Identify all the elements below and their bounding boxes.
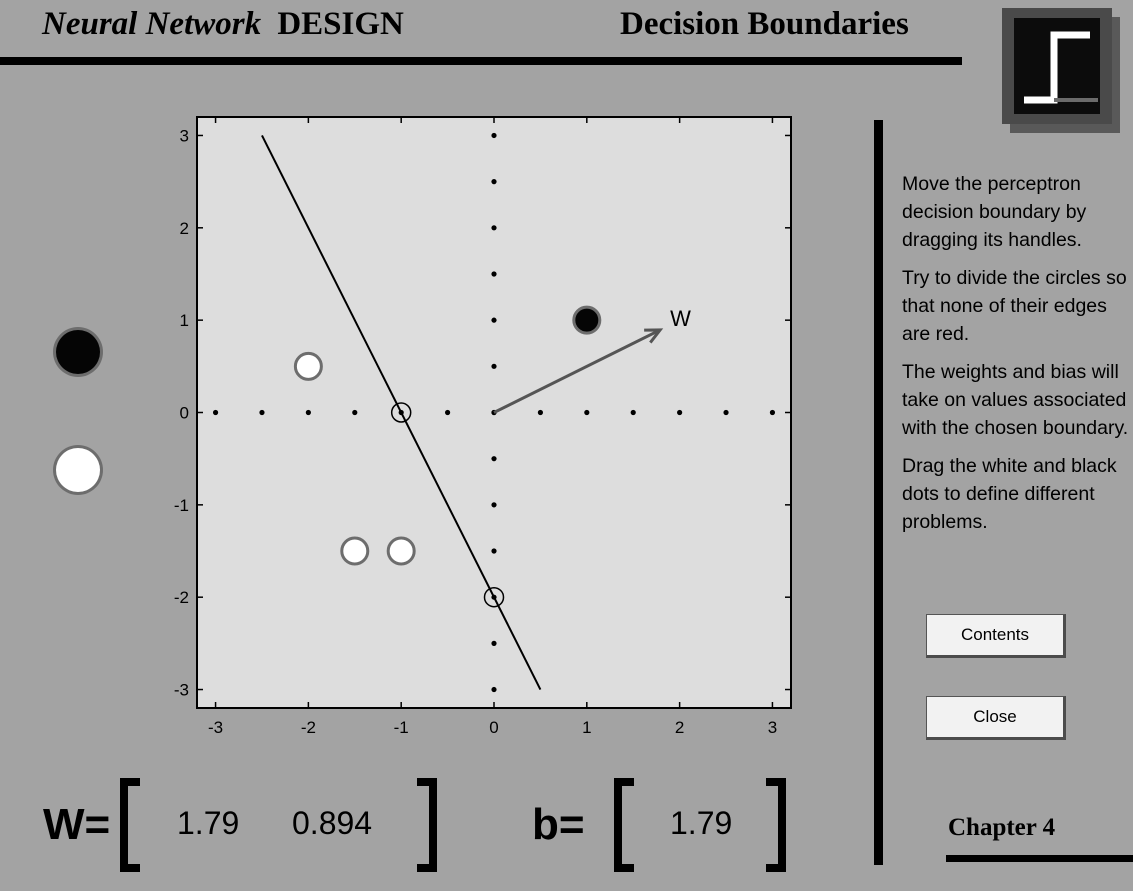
- weight-vector-label: W: [670, 306, 691, 331]
- logo: [1002, 8, 1112, 124]
- chapter-rule: [946, 855, 1133, 862]
- weight-label: W=: [43, 800, 111, 849]
- x-axis-dot: [677, 409, 683, 416]
- y-tick-label: 3: [180, 126, 189, 145]
- y-tick-label: 0: [180, 404, 189, 423]
- weight-value-1: 1.79: [177, 805, 240, 841]
- weight-value-2: 0.894: [292, 805, 373, 841]
- x-axis-dot: [259, 409, 265, 416]
- legend-black-dot[interactable]: [56, 330, 100, 374]
- black-data-point[interactable]: [572, 305, 602, 335]
- weight-bracket-left: [120, 778, 140, 872]
- y-tick-label: -1: [174, 496, 189, 515]
- decision-boundary-plot[interactable]: -3 -2 -1 0 1 2 3 3 2 1 0 -1 -2 -3 W: [0, 0, 860, 760]
- x-axis-dot: [769, 409, 776, 416]
- weight-bracket-right: [417, 778, 437, 872]
- y-axis-dot: [491, 179, 497, 185]
- white-data-point[interactable]: [293, 351, 323, 381]
- bias-value: 1.79: [670, 805, 733, 841]
- x-tick-label: 1: [582, 718, 591, 737]
- x-axis-dot: [723, 409, 729, 416]
- y-axis-dot: [491, 363, 497, 369]
- y-tick-label: 1: [180, 311, 189, 330]
- legend-white-dot[interactable]: [56, 448, 100, 492]
- instruction-4: Drag the white and black dots to define …: [902, 455, 1117, 533]
- y-tick-label: 2: [180, 219, 189, 238]
- white-data-point[interactable]: [386, 536, 416, 566]
- x-tick-label: 3: [768, 718, 777, 737]
- contents-button[interactable]: Contents: [926, 614, 1066, 658]
- x-tick-label: -1: [394, 718, 409, 737]
- step-function-icon: [1024, 31, 1098, 104]
- x-tick-label: -3: [208, 718, 223, 737]
- y-axis-dot: [491, 686, 497, 693]
- instruction-2: Try to divide the circles so that none o…: [902, 267, 1127, 345]
- bias-bracket-right: [766, 778, 786, 872]
- x-axis-dot: [630, 409, 636, 416]
- sidebar-divider: [874, 120, 883, 865]
- instruction-1: Move the perceptron decision boundary by…: [902, 173, 1087, 251]
- x-tick-label: -2: [301, 718, 316, 737]
- x-axis-dot: [584, 409, 590, 416]
- x-axis-dot: [212, 409, 219, 416]
- y-tick-label: -3: [174, 681, 189, 700]
- y-axis-dot: [491, 548, 497, 554]
- y-axis-dot: [491, 317, 497, 323]
- y-axis-dot: [491, 456, 497, 462]
- close-button[interactable]: Close: [926, 696, 1066, 740]
- instructions: Move the perceptron decision boundary by…: [902, 170, 1132, 546]
- x-axis-dot: [444, 409, 451, 416]
- x-tick-label: 0: [489, 718, 498, 737]
- chapter-label: Chapter 4: [948, 814, 1056, 841]
- y-tick-label: -2: [174, 588, 189, 607]
- x-axis-dot: [537, 409, 544, 416]
- instruction-3: The weights and bias will take on values…: [902, 361, 1129, 439]
- x-axis-dot: [305, 409, 311, 416]
- bias-bracket-left: [614, 778, 634, 872]
- x-tick-label: 2: [675, 718, 684, 737]
- y-axis-dot: [491, 225, 497, 231]
- white-data-point[interactable]: [340, 536, 370, 566]
- y-axis-dot: [491, 132, 497, 139]
- y-axis-dot: [491, 271, 497, 277]
- y-axis-dot: [491, 640, 497, 646]
- bias-label: b=: [532, 800, 585, 849]
- y-axis-dot: [491, 502, 497, 508]
- x-axis-dot: [352, 409, 358, 416]
